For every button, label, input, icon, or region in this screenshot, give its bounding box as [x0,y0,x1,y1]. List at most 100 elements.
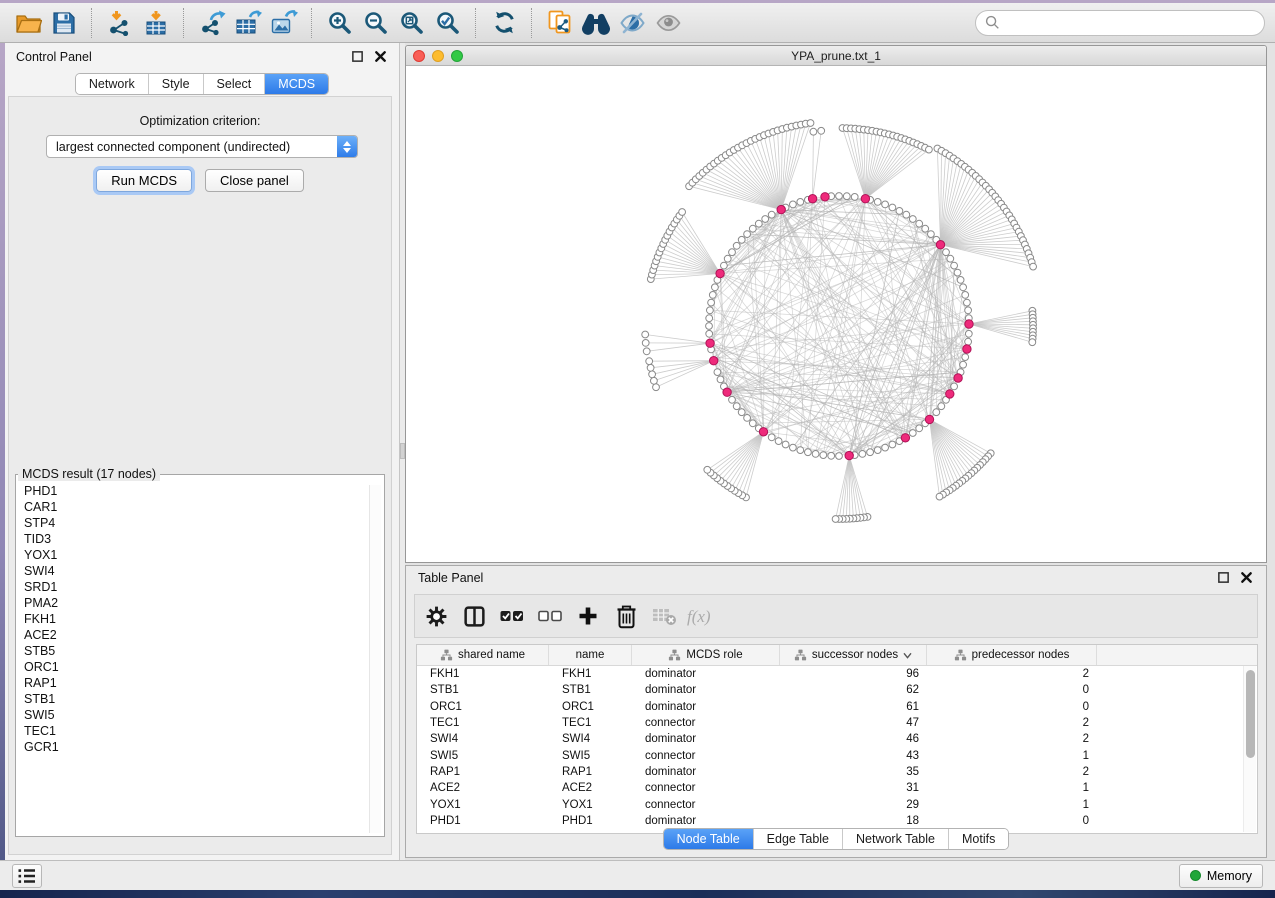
close-panel-button[interactable] [372,49,388,65]
memory-button[interactable]: Memory [1179,864,1263,888]
run-mcds-button[interactable]: Run MCDS [96,169,192,192]
cell-name[interactable]: YOX1 [549,799,632,811]
function-builder-button[interactable]: f(x) [687,601,717,631]
mcds-result-item[interactable]: STB5 [20,643,367,659]
table-scrollbar-thumb[interactable] [1246,670,1255,758]
mcds-result-item[interactable]: STP4 [20,515,367,531]
table-scrollbar[interactable] [1243,666,1256,832]
table-row[interactable]: ORC1ORC1dominator610 [417,699,1257,715]
mcds-result-item[interactable]: CAR1 [20,499,367,515]
cell-mcds-role[interactable]: connector [632,750,780,762]
delete-table-button[interactable] [649,601,679,631]
table-row[interactable]: RAP1RAP1dominator352 [417,764,1257,780]
cell-shared-name[interactable]: TEC1 [417,717,549,729]
tab-style[interactable]: Style [149,74,204,94]
zoom-selected-button[interactable] [431,7,465,39]
table-row[interactable]: SWI5SWI5connector431 [417,747,1257,763]
refresh-button[interactable] [487,7,521,39]
column-visibility-button[interactable] [459,601,489,631]
cell-shared-name[interactable]: STB1 [417,684,549,696]
cell-name[interactable]: SWI5 [549,750,632,762]
cell-successor-nodes[interactable]: 61 [780,701,927,713]
clone-network-button[interactable] [543,7,577,39]
cell-mcds-role[interactable]: connector [632,799,780,811]
cell-name[interactable]: SWI4 [549,733,632,745]
cell-name[interactable]: TEC1 [549,717,632,729]
table-row[interactable]: ACE2ACE2connector311 [417,780,1257,796]
delete-column-button[interactable] [611,601,641,631]
cell-predecessor-nodes[interactable]: 2 [927,733,1097,745]
column-header-shared-name[interactable]: shared name [417,645,549,665]
search-input[interactable] [1005,15,1255,31]
tab-network[interactable]: Network [76,74,149,94]
cell-name[interactable]: ACE2 [549,782,632,794]
cell-predecessor-nodes[interactable]: 2 [927,668,1097,680]
import-table-button[interactable] [139,7,173,39]
cell-shared-name[interactable]: SWI5 [417,750,549,762]
mcds-result-item[interactable]: SWI5 [20,707,367,723]
cell-successor-nodes[interactable]: 35 [780,766,927,778]
table-row[interactable]: PHD1PHD1dominator180 [417,813,1257,829]
result-list-scrollbar[interactable] [369,485,381,833]
cell-mcds-role[interactable]: connector [632,782,780,794]
float-table-panel-button[interactable] [1215,570,1231,586]
deselect-all-button[interactable] [535,601,565,631]
mcds-result-item[interactable]: PHD1 [20,483,367,499]
export-image-button[interactable] [267,7,301,39]
cell-predecessor-nodes[interactable]: 0 [927,701,1097,713]
cell-successor-nodes[interactable]: 29 [780,799,927,811]
tab-network-table[interactable]: Network Table [843,829,949,849]
mcds-result-item[interactable]: GCR1 [20,739,367,755]
mcds-result-item[interactable]: PMA2 [20,595,367,611]
table-row[interactable]: YOX1YOX1connector291 [417,796,1257,812]
cell-successor-nodes[interactable]: 31 [780,782,927,794]
column-header-successor-nodes[interactable]: successor nodes [780,645,927,665]
tab-node-table[interactable]: Node Table [664,829,754,849]
cell-shared-name[interactable]: SWI4 [417,733,549,745]
cell-mcds-role[interactable]: dominator [632,766,780,778]
network-canvas[interactable] [406,66,1266,563]
mcds-result-item[interactable]: RAP1 [20,675,367,691]
cell-predecessor-nodes[interactable]: 2 [927,717,1097,729]
table-row[interactable]: STB1STB1dominator620 [417,682,1257,698]
tab-motifs[interactable]: Motifs [949,829,1008,849]
cell-mcds-role[interactable]: connector [632,717,780,729]
search-box[interactable] [975,10,1265,36]
save-session-button[interactable] [47,7,81,39]
mcds-result-item[interactable]: SWI4 [20,563,367,579]
cell-successor-nodes[interactable]: 62 [780,684,927,696]
open-file-button[interactable] [11,7,45,39]
mcds-result-item[interactable]: YOX1 [20,547,367,563]
cell-successor-nodes[interactable]: 43 [780,750,927,762]
criterion-select[interactable]: largest connected component (undirected) [46,135,358,158]
import-network-button[interactable] [103,7,137,39]
cell-shared-name[interactable]: ACE2 [417,782,549,794]
zoom-in-button[interactable] [323,7,357,39]
hide-selected-button[interactable] [615,7,649,39]
cell-predecessor-nodes[interactable]: 1 [927,782,1097,794]
binoculars-button[interactable] [579,7,613,39]
zoom-out-button[interactable] [359,7,393,39]
add-column-button[interactable] [573,601,603,631]
network-window-titlebar[interactable]: YPA_prune.txt_1 [406,46,1266,66]
cell-name[interactable]: FKH1 [549,668,632,680]
float-panel-button[interactable] [349,49,365,65]
cell-mcds-role[interactable]: dominator [632,701,780,713]
table-row[interactable]: TEC1TEC1connector472 [417,715,1257,731]
mcds-result-item[interactable]: SRD1 [20,579,367,595]
tab-select[interactable]: Select [204,74,266,94]
mcds-result-item[interactable]: ORC1 [20,659,367,675]
column-header-predecessor-nodes[interactable]: predecessor nodes [927,645,1097,665]
cell-predecessor-nodes[interactable]: 0 [927,815,1097,827]
table-settings-button[interactable] [421,601,451,631]
cell-shared-name[interactable]: PHD1 [417,815,549,827]
column-header-name[interactable]: name [549,645,632,665]
export-table-button[interactable] [231,7,265,39]
panel-selector-button[interactable] [12,864,42,888]
cell-name[interactable]: STB1 [549,684,632,696]
cell-name[interactable]: ORC1 [549,701,632,713]
cell-mcds-role[interactable]: dominator [632,668,780,680]
mcds-result-item[interactable]: ACE2 [20,627,367,643]
cell-successor-nodes[interactable]: 96 [780,668,927,680]
tab-mcds[interactable]: MCDS [265,74,328,94]
